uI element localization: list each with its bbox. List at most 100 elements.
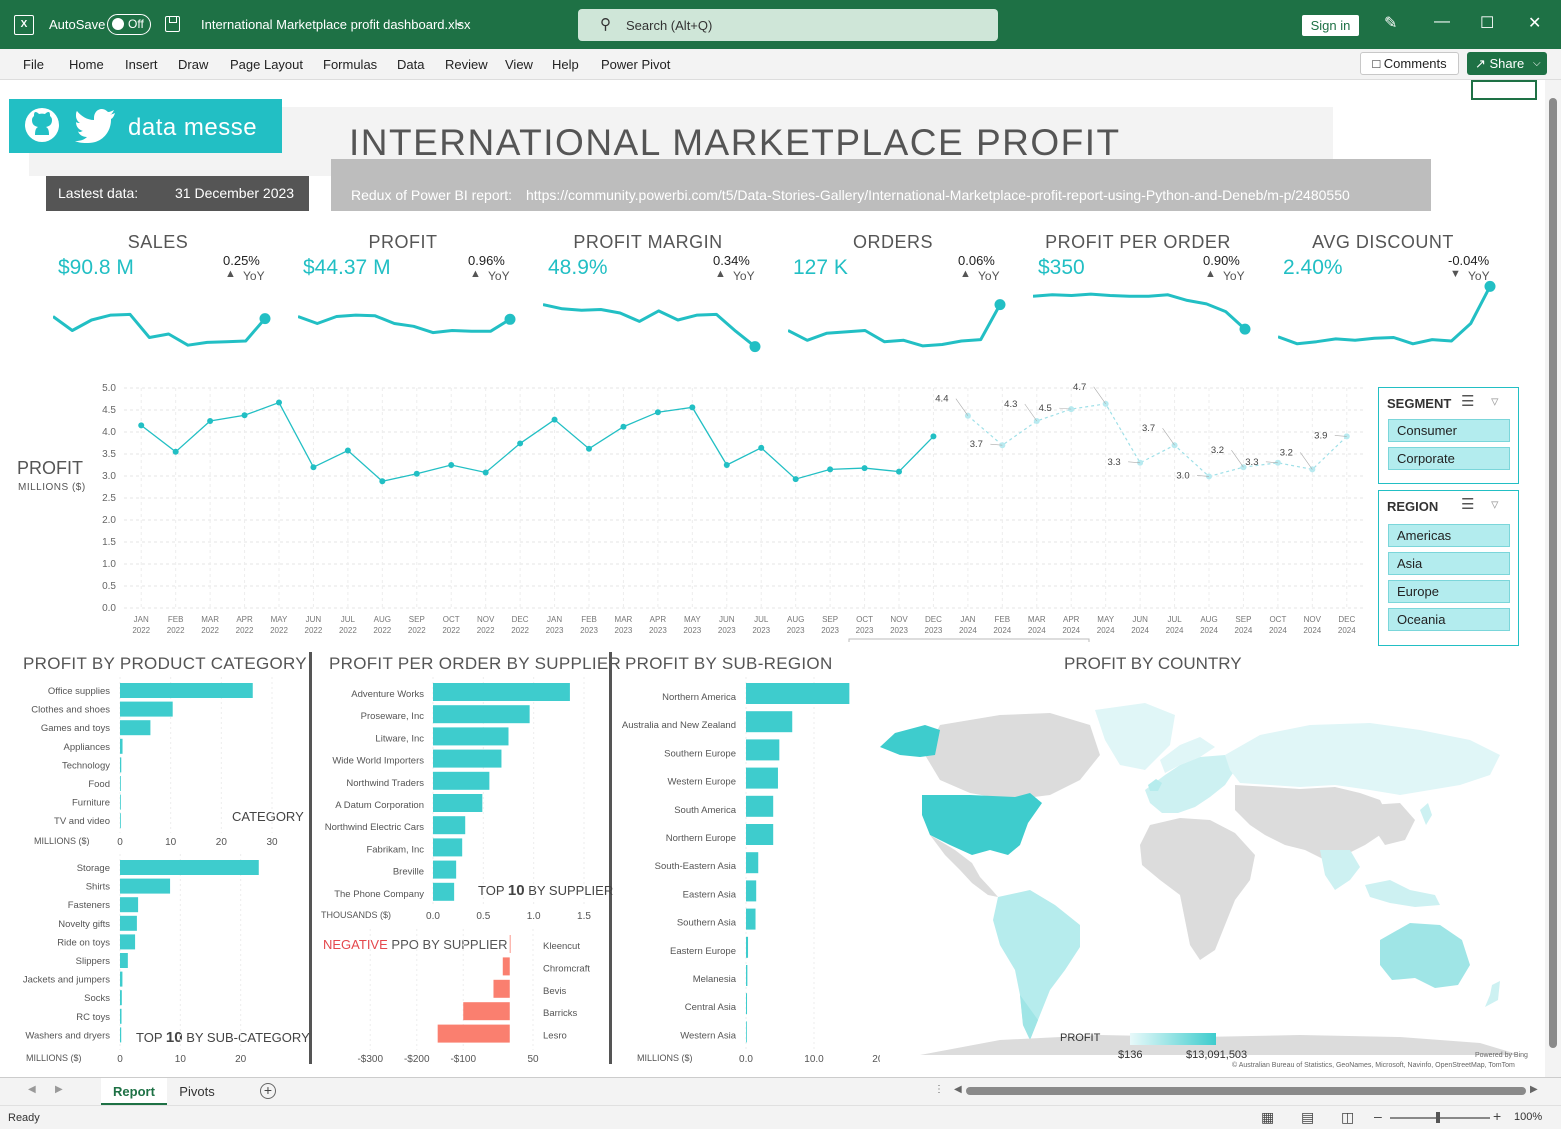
category-label: Northwind Electric Cars xyxy=(325,822,424,833)
tab-file[interactable]: File xyxy=(23,57,44,72)
clear-filter-icon[interactable]: ▿ xyxy=(1491,392,1499,410)
slicer-item-corporate[interactable]: Corporate xyxy=(1388,447,1510,470)
triangle-down-icon: ▼ xyxy=(1450,268,1461,280)
bar xyxy=(120,794,121,810)
vertical-scroll-thumb[interactable] xyxy=(1549,98,1557,1048)
comments-button[interactable]: □ Comments xyxy=(1360,52,1459,75)
sparkline-end-point xyxy=(1239,323,1251,335)
chevron-down-icon[interactable]: ⌄ xyxy=(454,15,464,29)
forecast-data-label: 4.5 xyxy=(1039,403,1052,414)
x-tick-label: 30 xyxy=(266,837,278,848)
page-layout-view-icon[interactable]: ▤ xyxy=(1301,1109,1314,1126)
category-label: Lesro xyxy=(543,1031,567,1042)
zoom-slider[interactable] xyxy=(1390,1117,1490,1119)
zoom-slider-knob[interactable] xyxy=(1436,1112,1440,1123)
category-label: Slippers xyxy=(76,956,111,967)
clear-filter-icon[interactable]: ▿ xyxy=(1491,495,1499,513)
bar xyxy=(433,705,530,724)
tab-home[interactable]: Home xyxy=(69,57,104,72)
page-break-view-icon[interactable]: ◫ xyxy=(1341,1109,1354,1126)
map-legend-min: $136 xyxy=(1118,1049,1143,1061)
slicer-item-americas[interactable]: Americas xyxy=(1388,524,1510,547)
share-chevron-icon[interactable]: ⌵ xyxy=(1533,52,1541,75)
multi-select-icon[interactable]: ☰ xyxy=(1461,495,1474,513)
sheet-tab-pivots[interactable]: Pivots xyxy=(167,1078,227,1105)
sign-in-button[interactable]: Sign in xyxy=(1302,15,1359,36)
category-label: Washers and dryers xyxy=(25,1030,110,1041)
minimize-icon[interactable]: — xyxy=(1434,13,1450,31)
region-slicer-title: REGION xyxy=(1387,499,1439,514)
world-map[interactable] xyxy=(880,685,1530,1060)
bar xyxy=(120,738,123,754)
tab-formulas[interactable]: Formulas xyxy=(323,57,377,72)
tab-insert[interactable]: Insert xyxy=(125,57,158,72)
x-tick-label: 20 xyxy=(235,1054,247,1065)
tab-review[interactable]: Review xyxy=(445,57,488,72)
prev-sheet-icon[interactable]: ◀ xyxy=(28,1084,36,1095)
scroll-left-icon[interactable]: ◀ xyxy=(954,1084,962,1095)
slicer-item-asia[interactable]: Asia xyxy=(1388,552,1510,575)
vertical-scrollbar[interactable] xyxy=(1545,80,1561,1077)
tab-help[interactable]: Help xyxy=(552,57,579,72)
zoom-in-icon[interactable]: + xyxy=(1493,1108,1501,1124)
slicer-item-oceania[interactable]: Oceania xyxy=(1388,608,1510,631)
map-legend-gradient xyxy=(1130,1033,1216,1045)
category-label: Ride on toys xyxy=(57,937,110,948)
slicer-item-consumer[interactable]: Consumer xyxy=(1388,419,1510,442)
save-icon[interactable] xyxy=(165,16,180,32)
tab-draw[interactable]: Draw xyxy=(178,57,208,72)
multi-select-icon[interactable]: ☰ xyxy=(1461,392,1474,410)
tab-split-icon[interactable]: ⋮ xyxy=(934,1084,944,1095)
x-tick-label: 2024 xyxy=(1131,626,1149,635)
x-tick-label: AUG xyxy=(1200,615,1217,624)
bar xyxy=(746,767,778,789)
tab-page-layout[interactable]: Page Layout xyxy=(230,57,303,72)
x-tick-label: OCT xyxy=(1269,615,1286,624)
share-button[interactable]: ↗ Share ⌵ xyxy=(1467,52,1547,75)
pen-icon[interactable]: ✎ xyxy=(1384,13,1397,33)
zoom-level[interactable]: 100% xyxy=(1514,1111,1542,1123)
bar xyxy=(120,953,128,968)
horizontal-scroll-thumb[interactable] xyxy=(966,1087,1526,1095)
sheet-tab-report[interactable]: Report xyxy=(101,1078,167,1105)
bar xyxy=(463,1002,510,1021)
worksheet[interactable]: INTERNATIONAL MARKETPLACE PROFIT DASHBOA… xyxy=(0,80,1545,1077)
slicer-item-europe[interactable]: Europe xyxy=(1388,580,1510,603)
data-label-leader xyxy=(955,398,969,416)
x-tick-label: 0.0 xyxy=(426,911,440,922)
sparkline-end-point xyxy=(1484,280,1496,292)
close-icon[interactable]: ✕ xyxy=(1528,13,1541,33)
category-label: Central Asia xyxy=(685,1002,737,1013)
bar xyxy=(433,771,490,790)
forecast-data-label: 3.2 xyxy=(1280,447,1293,458)
map-copyright: © Australian Bureau of Statistics, GeoNa… xyxy=(1232,1062,1515,1069)
share-label: Share xyxy=(1489,56,1525,71)
category-label: Adventure Works xyxy=(351,689,424,700)
zoom-out-icon[interactable]: – xyxy=(1374,1108,1382,1124)
triangle-up-icon: ▲ xyxy=(960,268,971,280)
category-label: Food xyxy=(88,779,110,790)
category-label: Fasteners xyxy=(68,900,110,911)
normal-view-icon[interactable]: ▦ xyxy=(1261,1109,1274,1126)
kpi-change: -0.04% xyxy=(1448,253,1490,268)
search-box[interactable]: ⚲ Search (Alt+Q) xyxy=(578,9,998,41)
maximize-icon[interactable]: ☐ xyxy=(1480,13,1494,33)
add-sheet-icon[interactable]: + xyxy=(260,1083,276,1099)
bar xyxy=(120,990,122,1006)
x-tick-label: 2024 xyxy=(1303,626,1321,635)
next-sheet-icon[interactable]: ▶ xyxy=(55,1084,63,1095)
tab-data[interactable]: Data xyxy=(397,57,424,72)
x-tick-label: APR xyxy=(1063,615,1080,624)
x-tick-label: DEC xyxy=(1338,615,1355,624)
autosave-toggle[interactable]: Off xyxy=(107,14,151,35)
bar xyxy=(509,935,511,953)
scroll-right-icon[interactable]: ▶ xyxy=(1530,1084,1538,1095)
tab-view[interactable]: View xyxy=(505,57,533,72)
selected-cell[interactable] xyxy=(1471,80,1537,100)
tab-power-pivot[interactable]: Power Pivot xyxy=(601,57,670,72)
bar xyxy=(746,993,748,1015)
bar xyxy=(120,915,137,931)
x-tick-label: 2024 xyxy=(1097,626,1115,635)
category-label: Chromcraft xyxy=(543,963,590,974)
file-name[interactable]: International Marketplace profit dashboa… xyxy=(201,17,471,32)
